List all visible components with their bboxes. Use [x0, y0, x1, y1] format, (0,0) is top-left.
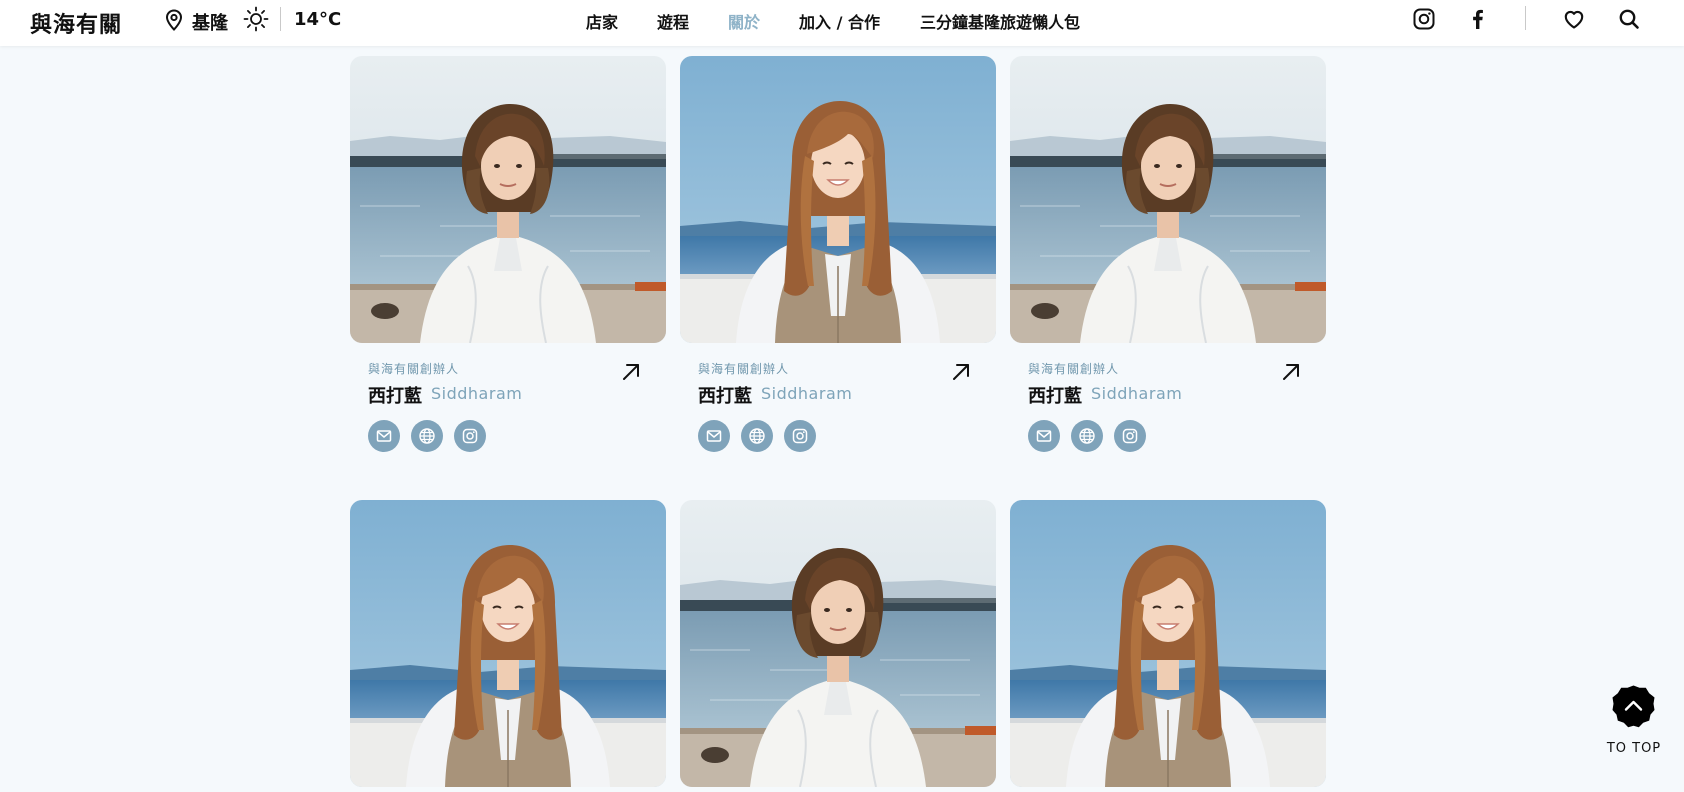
member-role: 與海有關創辦人 [1028, 362, 1120, 376]
instagram-icon[interactable] [1412, 7, 1436, 31]
instagram-icon[interactable] [784, 420, 816, 452]
team-member-photo[interactable] [680, 56, 996, 343]
site-header: 與海有關 基隆 14°C 店家 遊程 關於 加入 / 合作 三分鐘基隆旅遊懶人包 [0, 0, 1684, 46]
team-member-photo[interactable] [1010, 56, 1326, 343]
nav-travel-guide[interactable]: 三分鐘基隆旅遊懶人包 [920, 9, 1080, 33]
mail-icon[interactable] [368, 420, 400, 452]
mail-icon[interactable] [1028, 420, 1060, 452]
facebook-icon[interactable] [1466, 7, 1490, 31]
nav-join-cooperate[interactable]: 加入 / 合作 [799, 9, 880, 33]
search-icon[interactable] [1617, 7, 1641, 31]
temperature-text: 14°C [294, 9, 342, 30]
header-divider [280, 7, 281, 31]
instagram-icon[interactable] [1114, 420, 1146, 452]
globe-icon[interactable] [741, 420, 773, 452]
instagram-icon[interactable] [454, 420, 486, 452]
to-top-button[interactable] [1612, 685, 1655, 728]
to-top-label[interactable]: TO TOP [1600, 741, 1668, 756]
member-name-en: Siddharam [1091, 384, 1183, 403]
arrow-up-right-icon[interactable] [1280, 361, 1302, 383]
arrow-up-right-icon[interactable] [620, 361, 642, 383]
globe-icon[interactable] [1071, 420, 1103, 452]
team-member-photo[interactable] [680, 500, 996, 787]
globe-icon[interactable] [411, 420, 443, 452]
member-name-zh: 西打藍 [698, 386, 752, 407]
team-member-photo[interactable] [350, 500, 666, 787]
sun-icon [243, 6, 269, 32]
arrow-up-right-icon[interactable] [950, 361, 972, 383]
nav-shops[interactable]: 店家 [586, 9, 618, 33]
member-role: 與海有關創辦人 [698, 362, 790, 376]
heart-icon[interactable] [1562, 7, 1586, 31]
member-name-zh: 西打藍 [1028, 386, 1082, 407]
header-divider-right [1525, 6, 1526, 30]
nav-tours[interactable]: 遊程 [657, 9, 689, 33]
nav-about[interactable]: 關於 [728, 9, 760, 33]
location-text: 基隆 [192, 13, 228, 34]
member-name-en: Siddharam [431, 384, 523, 403]
team-member-photo[interactable] [350, 56, 666, 343]
location-pin-icon [165, 9, 183, 31]
site-logo[interactable]: 與海有關 [30, 7, 122, 39]
mail-icon[interactable] [698, 420, 730, 452]
member-name-en: Siddharam [761, 384, 853, 403]
member-name-zh: 西打藍 [368, 386, 422, 407]
member-role: 與海有關創辦人 [368, 362, 460, 376]
team-member-photo[interactable] [1010, 500, 1326, 787]
